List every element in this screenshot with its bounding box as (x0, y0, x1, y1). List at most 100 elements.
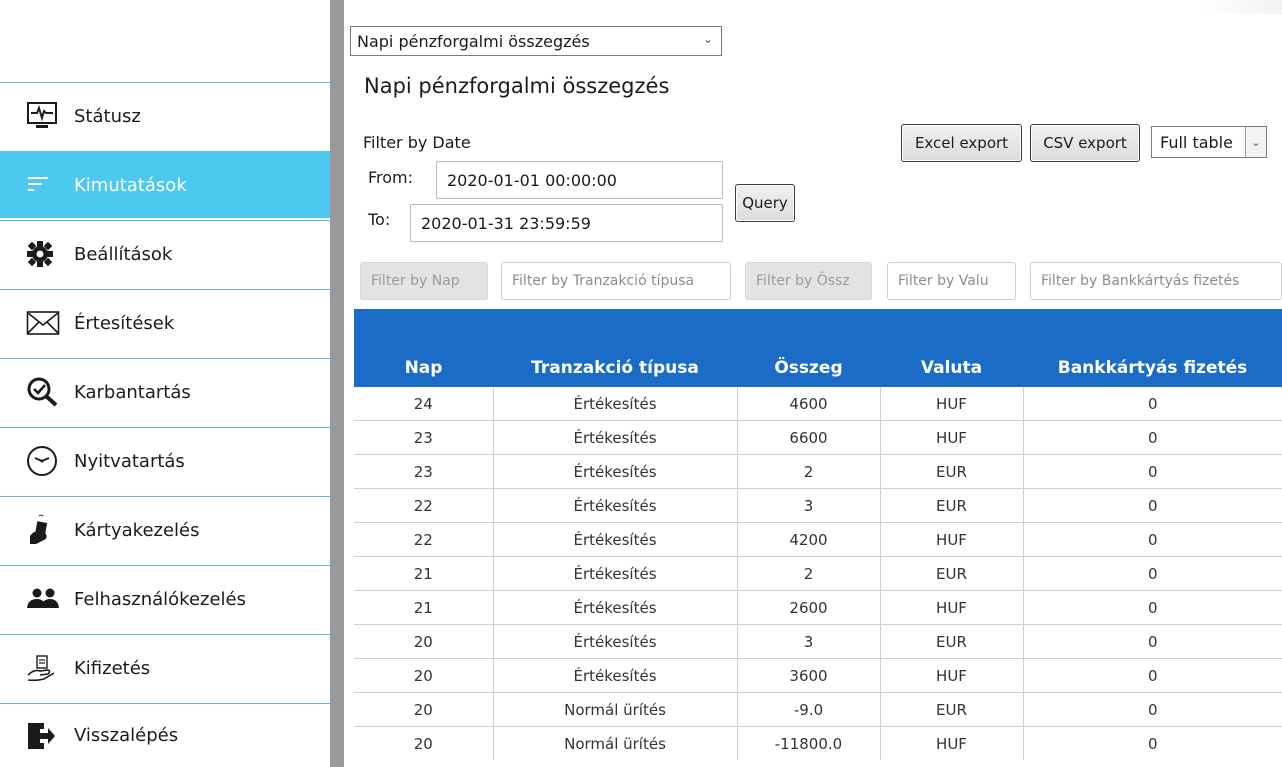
query-button[interactable]: Query (735, 184, 795, 222)
sidebar-item-label: Kimutatások (74, 174, 187, 196)
filter-nap-input[interactable]: Filter by Nap (360, 262, 488, 300)
chevron-down-icon: ⌄ (1245, 127, 1266, 157)
table-row[interactable]: 23 Értékesítés 6600 HUF 0 (354, 420, 1282, 455)
table-cell: 22 (354, 488, 494, 523)
table-row[interactable]: 20 Normál ürítés -11800.0 HUF 0 (354, 726, 1282, 760)
magnifier-check-icon (26, 376, 66, 408)
table-cell: 21 (354, 556, 494, 591)
monitor-icon (26, 100, 66, 132)
filter-valuta-input[interactable]: Filter by Valu (887, 262, 1016, 300)
sidebar-item-visszalepes[interactable]: Visszalépés (0, 703, 330, 767)
table-row[interactable]: 22 Értékesítés 3 EUR 0 (354, 488, 1282, 523)
exit-door-icon (26, 720, 66, 752)
table-cell: 23 (354, 420, 494, 455)
table-row[interactable]: 21 Értékesítés 2600 HUF 0 (354, 590, 1282, 625)
table-cell: Értékesítés (493, 624, 738, 659)
sidebar-item-label: Értesítések (74, 312, 175, 334)
table-cell: Értékesítés (493, 387, 738, 421)
table-cell: 0 (1023, 522, 1282, 557)
sidebar-splitter[interactable] (330, 0, 344, 767)
table-cell: Értékesítés (493, 488, 738, 523)
table-cell: 4600 (737, 387, 881, 421)
table-cell: EUR (880, 488, 1024, 523)
filter-bankkartyas-fizetes-input[interactable]: Filter by Bankkártyás fizetés (1030, 262, 1282, 300)
table-cell: Értékesítés (493, 454, 738, 489)
sidebar-item-karbantartas[interactable]: Karbantartás (0, 358, 330, 425)
table-cell: HUF (880, 387, 1024, 421)
table-cell: EUR (880, 692, 1024, 727)
table-cell: HUF (880, 658, 1024, 693)
main-panel: Napi pénzforgalmi összegzés ⌄ Napi pénzf… (344, 0, 1282, 767)
table-cell: 3600 (737, 658, 881, 693)
table-row[interactable]: 22 Értékesítés 4200 HUF 0 (354, 522, 1282, 557)
table-row[interactable]: 20 Normál ürítés -9.0 EUR 0 (354, 692, 1282, 727)
table-cell: 0 (1023, 488, 1282, 523)
table-row[interactable]: 20 Értékesítés 3 EUR 0 (354, 624, 1282, 659)
envelope-icon (26, 307, 66, 339)
table-cell: 0 (1023, 658, 1282, 693)
table-cell: Értékesítés (493, 420, 738, 455)
sidebar-item-label: Kártyakezelés (74, 519, 200, 541)
sidebar-item-ertesitesek[interactable]: Értesítések (0, 289, 330, 356)
to-label: To: (368, 210, 391, 229)
filter-tranzakcio-tipusa-input[interactable]: Filter by Tranzakció típusa (501, 262, 731, 300)
table-cell: 23 (354, 454, 494, 489)
table-cell: EUR (880, 624, 1024, 659)
sidebar-item-nyitvatartas[interactable]: Nyitvatartás (0, 427, 330, 494)
hand-card-icon (26, 514, 66, 546)
page-title: Napi pénzforgalmi összegzés (364, 74, 670, 98)
table-view-select[interactable]: Full table ⌄ (1151, 126, 1267, 158)
filter-osszeg-input[interactable]: Filter by Össz (745, 262, 872, 300)
column-header-nap[interactable]: Nap (354, 309, 493, 387)
sidebar-item-felhasznalokezeles[interactable]: Felhasználókezelés (0, 565, 330, 632)
table-cell: 0 (1023, 387, 1282, 421)
sidebar-item-kimutatasok[interactable]: Kimutatások (0, 151, 330, 218)
window-corner (1202, 0, 1282, 14)
csv-export-button[interactable]: CSV export (1030, 124, 1140, 162)
sidebar: Státusz Kimutatások Beállítások Értesíté… (0, 0, 330, 767)
sidebar-item-label: Beállítások (74, 243, 173, 265)
table-row[interactable]: 24 Értékesítés 4600 HUF 0 (354, 387, 1282, 421)
sidebar-item-label: Visszalépés (74, 725, 179, 746)
table-cell: 20 (354, 658, 494, 693)
table-cell: 0 (1023, 556, 1282, 591)
clock-icon (26, 445, 66, 477)
table-cell: 4200 (737, 522, 881, 557)
table-row[interactable]: 20 Értékesítés 3600 HUF 0 (354, 658, 1282, 693)
table-cell: 0 (1023, 590, 1282, 625)
table-cell: 22 (354, 522, 494, 557)
to-date-field[interactable]: 2020-01-31 23:59:59 (410, 204, 723, 242)
column-header-osszeg[interactable]: Összeg (737, 309, 880, 387)
table-cell: -9.0 (737, 692, 881, 727)
column-header-bankkartyas-fizetes[interactable]: Bankkártyás fizetés (1023, 309, 1282, 387)
table-cell: Értékesítés (493, 556, 738, 591)
sidebar-item-kifizetes[interactable]: Kifizetés (0, 634, 330, 701)
from-label: From: (368, 168, 414, 187)
table-row[interactable]: 21 Értékesítés 2 EUR 0 (354, 556, 1282, 591)
table-cell: 21 (354, 590, 494, 625)
table-cell: EUR (880, 556, 1024, 591)
report-type-value: Napi pénzforgalmi összegzés (357, 31, 590, 51)
column-header-valuta[interactable]: Valuta (880, 309, 1023, 387)
sidebar-item-kartyakezeles[interactable]: Kártyakezelés (0, 496, 330, 563)
table-cell: 24 (354, 387, 494, 421)
users-icon (26, 583, 66, 615)
table-cell: 2 (737, 454, 881, 489)
sidebar-item-beallitasok[interactable]: Beállítások (0, 220, 330, 287)
excel-export-button[interactable]: Excel export (901, 124, 1022, 162)
table-cell: EUR (880, 454, 1024, 489)
sidebar-item-label: Karbantartás (74, 381, 191, 403)
date-filter-label: Filter by Date (363, 133, 471, 152)
table-cell: Értékesítés (493, 590, 738, 625)
sidebar-item-label: Nyitvatartás (74, 450, 185, 472)
report-type-select[interactable]: Napi pénzforgalmi összegzés ⌄ (350, 26, 722, 56)
table-cell: -11800.0 (737, 726, 881, 760)
sidebar-item-label: Felhasználókezelés (74, 588, 246, 610)
column-header-tranzakcio-tipusa[interactable]: Tranzakció típusa (493, 309, 737, 387)
from-date-field[interactable]: 2020-01-01 00:00:00 (436, 161, 723, 199)
sidebar-item-statusz[interactable]: Státusz (0, 82, 330, 149)
table-cell: 20 (354, 692, 494, 727)
table-header-row: Nap Tranzakció típusa Összeg Valuta Bank… (354, 309, 1282, 387)
sidebar-item-label: Státusz (74, 105, 141, 127)
table-row[interactable]: 23 Értékesítés 2 EUR 0 (354, 454, 1282, 489)
